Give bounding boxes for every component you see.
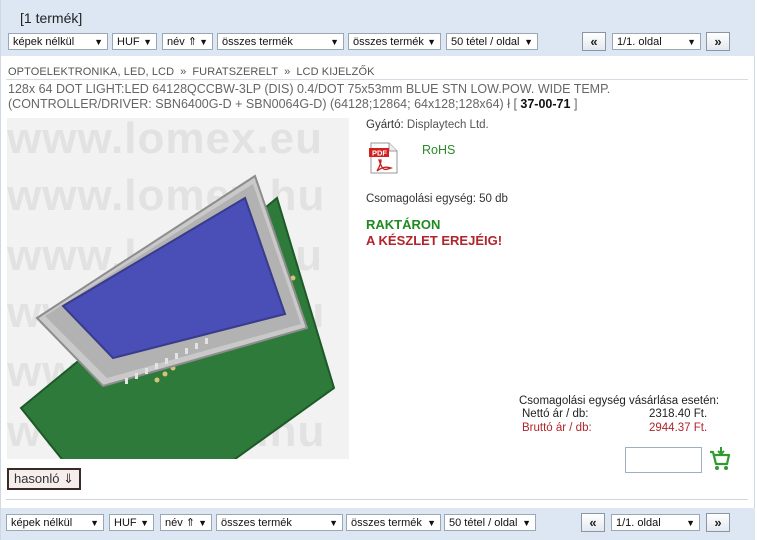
add-to-cart-icon[interactable] <box>708 446 731 472</box>
quantity-input[interactable] <box>625 447 702 473</box>
product-title-line2: (CONTROLLER/DRIVER: SBN6400G-D + SBN0064… <box>8 97 577 111</box>
products-select-2-bottom[interactable]: összes termék ▼ <box>346 514 441 531</box>
next-page-button[interactable]: » <box>706 32 730 51</box>
gross-price-label: Bruttó ár / db: <box>522 422 592 434</box>
price-box: Csomagolási egység vásárlása esetén: Net… <box>519 395 719 436</box>
dropdown-arrow-icon: ▼ <box>427 37 436 47</box>
per-page-select-value: 50 tétel / oldal <box>449 517 518 529</box>
gross-price-value: 2944.37 Ft. <box>649 422 708 434</box>
page-select-bottom[interactable]: 1/1. oldal ▼ <box>611 514 700 531</box>
images-select[interactable]: képek nélkül ▼ <box>8 33 108 50</box>
page-select[interactable]: 1/1. oldal ▼ <box>612 33 701 50</box>
currency-select-value: HUF <box>117 36 140 48</box>
products-select-1-bottom[interactable]: összes termék ▼ <box>216 514 343 531</box>
product-code-bracket: ] <box>573 97 578 111</box>
rohs-label: RoHS <box>422 143 456 157</box>
product-code[interactable]: 37-00-71 <box>520 97 570 111</box>
lcd-module-illustration <box>19 174 336 459</box>
products-select-2-value: összes termék <box>353 36 424 48</box>
dropdown-arrow-icon: ▼ <box>687 37 696 47</box>
images-select-value: képek nélkül <box>11 517 73 529</box>
currency-select[interactable]: HUF ▼ <box>112 33 157 50</box>
images-select-bottom[interactable]: képek nélkül ▼ <box>6 514 104 531</box>
next-page-button-bottom[interactable]: » <box>706 513 730 532</box>
products-select-1-value: összes termék <box>221 517 292 529</box>
breadcrumb-separator: » <box>284 66 291 78</box>
products-select-2-value: összes termék <box>351 517 422 529</box>
price-heading: Csomagolási egység vásárlása esetén: <box>519 395 720 407</box>
dropdown-arrow-icon: ▼ <box>686 518 695 528</box>
dropdown-arrow-icon: ▼ <box>140 518 149 528</box>
top-toolbar: [1 termék] képek nélkül ▼ HUF ▼ név ⇑ ▼ öss… <box>1 0 755 56</box>
breadcrumb-separator: » <box>180 66 187 78</box>
stock-note: A KÉSZLET EREJÉIG! <box>366 233 503 248</box>
net-price-label: Nettó ár / db: <box>522 408 589 420</box>
product-image[interactable]: www.lomex.eu www.lomex.hu www.lomex.eu w… <box>7 118 349 459</box>
page-select-value: 1/1. oldal <box>616 517 661 529</box>
products-select-1-value: összes termék <box>222 36 293 48</box>
currency-select-bottom[interactable]: HUF ▼ <box>109 514 154 531</box>
product-title-line1: 128x 64 DOT LIGHT:LED 64128QCCBW-3LP (DI… <box>8 82 611 96</box>
per-page-select-value: 50 tétel / oldal <box>451 36 520 48</box>
manufacturer-row: Gyártó: Displaytech Ltd. <box>366 119 489 131</box>
images-select-value: képek nélkül <box>13 36 75 48</box>
breadcrumb-item-furatszerelt[interactable]: FURATSZERELT <box>192 66 278 78</box>
dropdown-arrow-icon: ▼ <box>94 37 103 47</box>
dropdown-arrow-icon: ▼ <box>427 518 436 528</box>
dropdown-arrow-icon: ▼ <box>143 37 152 47</box>
dropdown-arrow-icon: ▼ <box>329 518 338 528</box>
manufacturer-name[interactable]: Displaytech Ltd. <box>407 119 489 131</box>
products-select-2[interactable]: összes termék ▼ <box>348 33 441 50</box>
sort-select-value: név ⇑ <box>165 517 196 529</box>
section-divider <box>6 499 748 500</box>
breadcrumb-item-optoelektronika[interactable]: OPTOELEKTRONIKA, LED, LCD <box>8 66 174 78</box>
breadcrumb-divider <box>6 79 748 80</box>
dropdown-arrow-icon: ▼ <box>198 518 207 528</box>
product-title-text: (CONTROLLER/DRIVER: SBN6400G-D + SBN0064… <box>8 97 517 111</box>
bottom-toolbar: képek nélkül ▼ HUF ▼ név ⇑ ▼ összes termék ▼… <box>1 508 755 540</box>
dropdown-arrow-icon: ▼ <box>330 37 339 47</box>
similar-products-button[interactable]: hasonló ⇓ <box>7 468 81 490</box>
dropdown-arrow-icon: ▼ <box>199 37 208 47</box>
pack-unit: Csomagolási egység: 50 db <box>366 193 508 205</box>
breadcrumb: OPTOELEKTRONIKA, LED, LCD » FURATSZERELT » L… <box>8 66 375 78</box>
svg-text:PDF: PDF <box>372 149 387 158</box>
net-price-value: 2318.40 Ft. <box>649 408 708 420</box>
dropdown-arrow-icon: ▼ <box>524 37 533 47</box>
prev-page-button-bottom[interactable]: « <box>581 513 605 532</box>
per-page-select[interactable]: 50 tétel / oldal ▼ <box>446 33 538 50</box>
result-count: [1 termék] <box>20 10 83 26</box>
gross-price-row: Bruttó ár / db: 2944.37 Ft. <box>519 422 719 436</box>
pdf-datasheet-icon[interactable]: PDF <box>369 142 399 174</box>
dropdown-arrow-icon: ▼ <box>522 518 531 528</box>
page-select-value: 1/1. oldal <box>617 36 662 48</box>
sort-select-value: név ⇑ <box>167 36 198 48</box>
sort-select-bottom[interactable]: név ⇑ ▼ <box>160 514 212 531</box>
currency-select-value: HUF <box>114 517 137 529</box>
products-select-1[interactable]: összes termék ▼ <box>217 33 344 50</box>
net-price-row: Nettó ár / db: 2318.40 Ft. <box>519 408 719 422</box>
dropdown-arrow-icon: ▼ <box>90 518 99 528</box>
per-page-select-bottom[interactable]: 50 tétel / oldal ▼ <box>444 514 536 531</box>
sort-select[interactable]: név ⇑ ▼ <box>162 33 213 50</box>
breadcrumb-item-lcd-kijelzok[interactable]: LCD KIJELZŐK <box>296 66 374 78</box>
manufacturer-label: Gyártó: <box>366 119 404 131</box>
stock-status: RAKTÁRON <box>366 217 441 232</box>
prev-page-button[interactable]: « <box>582 32 606 51</box>
